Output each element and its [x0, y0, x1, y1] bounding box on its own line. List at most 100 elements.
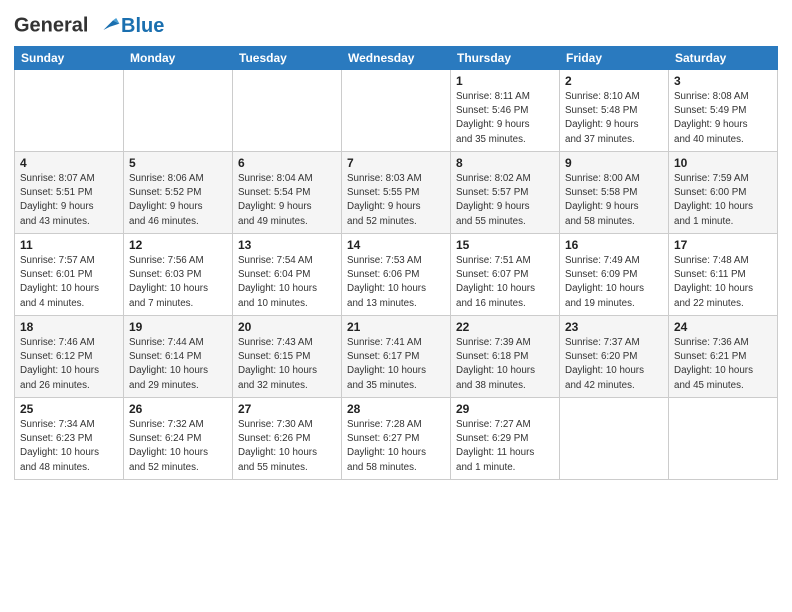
day-info: Sunrise: 8:02 AM Sunset: 5:57 PM Dayligh… — [456, 172, 554, 229]
calendar-cell: 29 Sunrise: 7:27 AM Sunset: 6:29 PM Dayli… — [451, 398, 560, 480]
day-info: Sunrise: 7:49 AM Sunset: 6:09 PM Dayligh… — [565, 254, 663, 311]
day-number: 5 — [129, 156, 227, 170]
day-info: Sunrise: 7:46 AM Sunset: 6:12 PM Dayligh… — [20, 336, 118, 393]
day-number: 26 — [129, 402, 227, 416]
day-info: Sunrise: 7:54 AM Sunset: 6:04 PM Dayligh… — [238, 254, 336, 311]
weekday-header-sunday: Sunday — [15, 47, 124, 70]
day-number: 21 — [347, 320, 445, 334]
calendar-cell: 2 Sunrise: 8:10 AM Sunset: 5:48 PM Daylig… — [560, 70, 669, 152]
day-info: Sunrise: 7:41 AM Sunset: 6:17 PM Dayligh… — [347, 336, 445, 393]
weekday-header-thursday: Thursday — [451, 47, 560, 70]
calendar-cell: 1Sunrise: 8:11 AM Sunset: 5:46 PM Daylig… — [451, 70, 560, 152]
weekday-header-row: SundayMondayTuesdayWednesdayThursdayFrid… — [15, 47, 778, 70]
day-info: Sunrise: 7:37 AM Sunset: 6:20 PM Dayligh… — [565, 336, 663, 393]
calendar-cell: 27Sunrise: 7:30 AM Sunset: 6:26 PM Dayli… — [233, 398, 342, 480]
day-number: 24 — [674, 320, 772, 334]
day-number: 22 — [456, 320, 554, 334]
calendar-cell: 10 Sunrise: 7:59 AM Sunset: 6:00 PM Dayli… — [669, 152, 778, 234]
calendar-cell — [342, 70, 451, 152]
calendar-cell: 4 Sunrise: 8:07 AM Sunset: 5:51 PM Daylig… — [15, 152, 124, 234]
calendar-cell: 12 Sunrise: 7:56 AM Sunset: 6:03 PM Dayli… — [124, 234, 233, 316]
day-info: Sunrise: 8:03 AM Sunset: 5:55 PM Dayligh… — [347, 172, 445, 229]
day-number: 20 — [238, 320, 336, 334]
calendar-cell: 6 Sunrise: 8:04 AM Sunset: 5:54 PM Daylig… — [233, 152, 342, 234]
calendar-cell: 16 Sunrise: 7:49 AM Sunset: 6:09 PM Dayli… — [560, 234, 669, 316]
logo-bird-icon — [97, 14, 121, 38]
calendar-cell — [15, 70, 124, 152]
calendar-cell: 7Sunrise: 8:03 AM Sunset: 5:55 PM Daylig… — [342, 152, 451, 234]
day-number: 16 — [565, 238, 663, 252]
day-number: 8 — [456, 156, 554, 170]
calendar-cell: 26 Sunrise: 7:32 AM Sunset: 6:24 PM Dayli… — [124, 398, 233, 480]
calendar-cell: 13 Sunrise: 7:54 AM Sunset: 6:04 PM Dayli… — [233, 234, 342, 316]
day-info: Sunrise: 8:11 AM Sunset: 5:46 PM Dayligh… — [456, 90, 554, 147]
calendar-cell: 15 Sunrise: 7:51 AM Sunset: 6:07 PM Dayli… — [451, 234, 560, 316]
day-number: 10 — [674, 156, 772, 170]
calendar-cell: 22 Sunrise: 7:39 AM Sunset: 6:18 PM Dayli… — [451, 316, 560, 398]
logo-blue: Blue — [121, 16, 164, 36]
day-number: 12 — [129, 238, 227, 252]
weekday-header-monday: Monday — [124, 47, 233, 70]
day-info: Sunrise: 7:43 AM Sunset: 6:15 PM Dayligh… — [238, 336, 336, 393]
week-row-1: 4 Sunrise: 8:07 AM Sunset: 5:51 PM Daylig… — [15, 152, 778, 234]
day-number: 25 — [20, 402, 118, 416]
day-number: 13 — [238, 238, 336, 252]
day-info: Sunrise: 8:00 AM Sunset: 5:58 PM Dayligh… — [565, 172, 663, 229]
day-info: Sunrise: 7:27 AM Sunset: 6:29 PM Dayligh… — [456, 418, 554, 475]
calendar-cell: 28Sunrise: 7:28 AM Sunset: 6:27 PM Dayli… — [342, 398, 451, 480]
day-number: 9 — [565, 156, 663, 170]
weekday-header-tuesday: Tuesday — [233, 47, 342, 70]
day-info: Sunrise: 7:36 AM Sunset: 6:21 PM Dayligh… — [674, 336, 772, 393]
day-info: Sunrise: 7:48 AM Sunset: 6:11 PM Dayligh… — [674, 254, 772, 311]
day-info: Sunrise: 7:51 AM Sunset: 6:07 PM Dayligh… — [456, 254, 554, 311]
calendar-cell: 24 Sunrise: 7:36 AM Sunset: 6:21 PM Dayli… — [669, 316, 778, 398]
day-info: Sunrise: 8:10 AM Sunset: 5:48 PM Dayligh… — [565, 90, 663, 147]
weekday-header-saturday: Saturday — [669, 47, 778, 70]
day-number: 15 — [456, 238, 554, 252]
page-container: General Blue SundayMondayTuesdayWednesda… — [0, 0, 792, 486]
day-info: Sunrise: 7:53 AM Sunset: 6:06 PM Dayligh… — [347, 254, 445, 311]
calendar-cell — [233, 70, 342, 152]
day-info: Sunrise: 8:04 AM Sunset: 5:54 PM Dayligh… — [238, 172, 336, 229]
calendar-cell — [124, 70, 233, 152]
weekday-header-friday: Friday — [560, 47, 669, 70]
day-number: 14 — [347, 238, 445, 252]
day-number: 23 — [565, 320, 663, 334]
day-number: 4 — [20, 156, 118, 170]
calendar-table: SundayMondayTuesdayWednesdayThursdayFrid… — [14, 46, 778, 480]
day-number: 17 — [674, 238, 772, 252]
day-number: 29 — [456, 402, 554, 416]
day-info: Sunrise: 7:28 AM Sunset: 6:27 PM Dayligh… — [347, 418, 445, 475]
day-info: Sunrise: 8:07 AM Sunset: 5:51 PM Dayligh… — [20, 172, 118, 229]
header: General Blue — [14, 10, 778, 38]
calendar-cell: 3Sunrise: 8:08 AM Sunset: 5:49 PM Daylig… — [669, 70, 778, 152]
day-number: 2 — [565, 74, 663, 88]
calendar-cell — [669, 398, 778, 480]
day-number: 11 — [20, 238, 118, 252]
day-info: Sunrise: 7:56 AM Sunset: 6:03 PM Dayligh… — [129, 254, 227, 311]
weekday-header-wednesday: Wednesday — [342, 47, 451, 70]
calendar-cell: 25Sunrise: 7:34 AM Sunset: 6:23 PM Dayli… — [15, 398, 124, 480]
calendar-cell: 17 Sunrise: 7:48 AM Sunset: 6:11 PM Dayli… — [669, 234, 778, 316]
calendar-cell: 5 Sunrise: 8:06 AM Sunset: 5:52 PM Daylig… — [124, 152, 233, 234]
week-row-0: 1Sunrise: 8:11 AM Sunset: 5:46 PM Daylig… — [15, 70, 778, 152]
calendar-cell: 21 Sunrise: 7:41 AM Sunset: 6:17 PM Dayli… — [342, 316, 451, 398]
calendar-cell: 20 Sunrise: 7:43 AM Sunset: 6:15 PM Dayli… — [233, 316, 342, 398]
day-number: 6 — [238, 156, 336, 170]
day-info: Sunrise: 7:32 AM Sunset: 6:24 PM Dayligh… — [129, 418, 227, 475]
day-number: 19 — [129, 320, 227, 334]
calendar-cell: 11 Sunrise: 7:57 AM Sunset: 6:01 PM Dayli… — [15, 234, 124, 316]
day-number: 27 — [238, 402, 336, 416]
calendar-cell: 23 Sunrise: 7:37 AM Sunset: 6:20 PM Dayli… — [560, 316, 669, 398]
week-row-4: 25Sunrise: 7:34 AM Sunset: 6:23 PM Dayli… — [15, 398, 778, 480]
week-row-3: 18Sunrise: 7:46 AM Sunset: 6:12 PM Dayli… — [15, 316, 778, 398]
calendar-cell: 18Sunrise: 7:46 AM Sunset: 6:12 PM Dayli… — [15, 316, 124, 398]
day-info: Sunrise: 7:57 AM Sunset: 6:01 PM Dayligh… — [20, 254, 118, 311]
calendar-cell: 14 Sunrise: 7:53 AM Sunset: 6:06 PM Dayli… — [342, 234, 451, 316]
day-info: Sunrise: 7:39 AM Sunset: 6:18 PM Dayligh… — [456, 336, 554, 393]
day-info: Sunrise: 7:59 AM Sunset: 6:00 PM Dayligh… — [674, 172, 772, 229]
day-info: Sunrise: 7:44 AM Sunset: 6:14 PM Dayligh… — [129, 336, 227, 393]
day-info: Sunrise: 8:06 AM Sunset: 5:52 PM Dayligh… — [129, 172, 227, 229]
calendar-cell — [560, 398, 669, 480]
calendar-cell: 19 Sunrise: 7:44 AM Sunset: 6:14 PM Dayli… — [124, 316, 233, 398]
